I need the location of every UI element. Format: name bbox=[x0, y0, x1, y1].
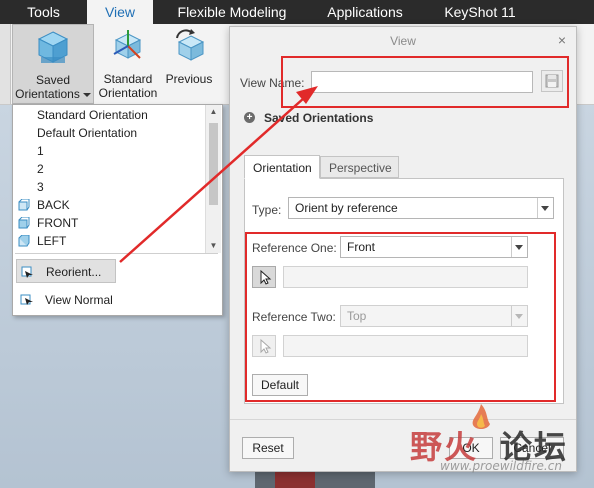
annotation-arrow-icon bbox=[119, 86, 318, 263]
watermark-url: www.proewildfire.cn bbox=[440, 459, 562, 473]
tab-orientation[interactable]: Orientation bbox=[244, 155, 320, 179]
